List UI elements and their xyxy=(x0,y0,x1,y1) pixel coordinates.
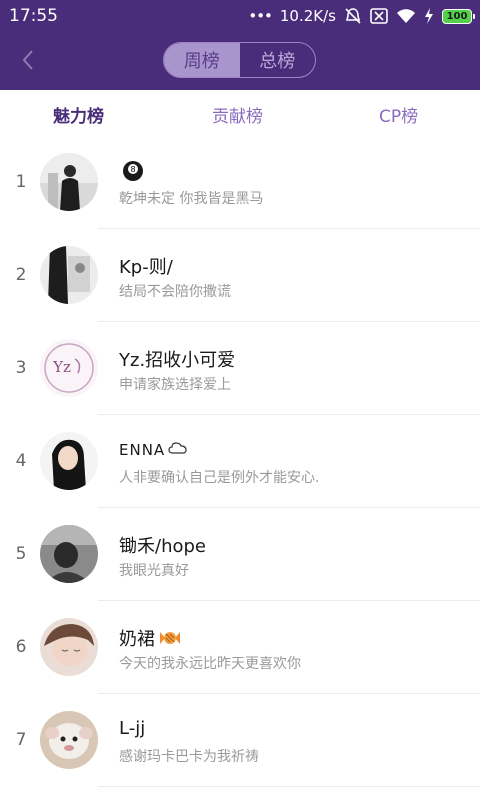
user-name: ENNA xyxy=(119,439,188,461)
tab-contribution[interactable]: 贡献榜 xyxy=(212,102,263,127)
user-name: Yz.招收小可爱 xyxy=(119,350,236,371)
user-signature: 感谢玛卡巴卡为我祈祷 xyxy=(119,749,259,765)
charging-icon xyxy=(424,8,434,24)
network-speed: 10.2K/s xyxy=(279,7,336,25)
list-item[interactable]: 7 L-jj 感谢玛卡巴卡为我祈祷 xyxy=(0,694,480,787)
list-item[interactable]: 2 Kp-则/ 结局不会陪你撒谎 xyxy=(0,229,480,322)
rank-number: 2 xyxy=(15,265,27,285)
user-signature: 申请家族选择爱上 xyxy=(119,377,231,393)
sim-card-icon xyxy=(370,8,388,24)
avatar xyxy=(40,618,98,676)
cloud-icon xyxy=(168,440,188,461)
toggle-weekly[interactable]: 周榜 xyxy=(164,43,240,77)
toggle-total[interactable]: 总榜 xyxy=(240,43,316,77)
rank-number: 5 xyxy=(15,544,27,564)
rank-number: 6 xyxy=(15,637,27,657)
avatar xyxy=(40,432,98,490)
status-bar: 17:55 ••• 10.2K/s 100 xyxy=(0,0,480,32)
ranking-tabs: 魅力榜 贡献榜 CP榜 xyxy=(0,90,480,136)
rank-number: 3 xyxy=(15,358,27,378)
wifi-icon xyxy=(396,8,416,24)
rank-number: 4 xyxy=(15,451,27,471)
user-name: Kp-则/ xyxy=(119,257,173,278)
status-time: 17:55 xyxy=(9,6,58,26)
avatar xyxy=(40,711,98,769)
avatar: Yz xyxy=(40,339,98,397)
list-item[interactable]: 4 ENNA 人非要确认自己是例外才能安心. xyxy=(0,415,480,508)
tab-charm[interactable]: 魅力榜 xyxy=(53,102,104,127)
app-header: 17:55 ••• 10.2K/s 100 周榜 总榜 xyxy=(0,0,480,90)
tab-cp[interactable]: CP榜 xyxy=(379,102,418,127)
eight-ball-icon: 8 xyxy=(122,160,144,187)
rank-number: 1 xyxy=(15,172,27,192)
list-item[interactable]: 5 锄禾/hope 我眼光真好 xyxy=(0,508,480,601)
chevron-left-icon xyxy=(22,50,33,70)
period-toggle: 周榜 总榜 xyxy=(163,42,316,78)
ranking-list: 1 8 乾坤未定 你我皆是黑马 2 Kp-则/ 结局不会陪你撒谎 3 Yz Yz… xyxy=(0,136,480,787)
rank-number: 7 xyxy=(15,730,27,750)
more-dots-icon: ••• xyxy=(248,7,273,25)
user-name: L-jj xyxy=(119,718,146,739)
svg-text:Yz: Yz xyxy=(52,358,71,376)
candy-icon xyxy=(158,629,182,652)
list-item[interactable]: 6 奶裙 今天的我永远比昨天更喜欢你 xyxy=(0,601,480,694)
user-signature: 结局不会陪你撒谎 xyxy=(119,284,231,300)
user-name: 锄禾/hope xyxy=(119,536,206,557)
mute-alarm-icon xyxy=(344,7,362,25)
avatar xyxy=(40,525,98,583)
user-name: 奶裙 xyxy=(119,625,182,652)
svg-text:8: 8 xyxy=(130,165,135,174)
user-signature: 乾坤未定 你我皆是黑马 xyxy=(119,191,264,207)
battery-icon: 100 xyxy=(442,8,475,24)
divider xyxy=(98,786,480,787)
status-icons: ••• 10.2K/s 100 xyxy=(248,6,475,26)
avatar xyxy=(40,153,98,211)
list-item[interactable]: 3 Yz Yz.招收小可爱 申请家族选择爱上 xyxy=(0,322,480,415)
user-signature: 我眼光真好 xyxy=(119,563,189,579)
avatar xyxy=(40,246,98,304)
user-name: 8 xyxy=(119,160,144,187)
user-signature: 人非要确认自己是例外才能安心. xyxy=(119,470,320,486)
list-item[interactable]: 1 8 乾坤未定 你我皆是黑马 xyxy=(0,136,480,229)
back-button[interactable] xyxy=(17,48,41,72)
user-signature: 今天的我永远比昨天更喜欢你 xyxy=(119,656,301,672)
